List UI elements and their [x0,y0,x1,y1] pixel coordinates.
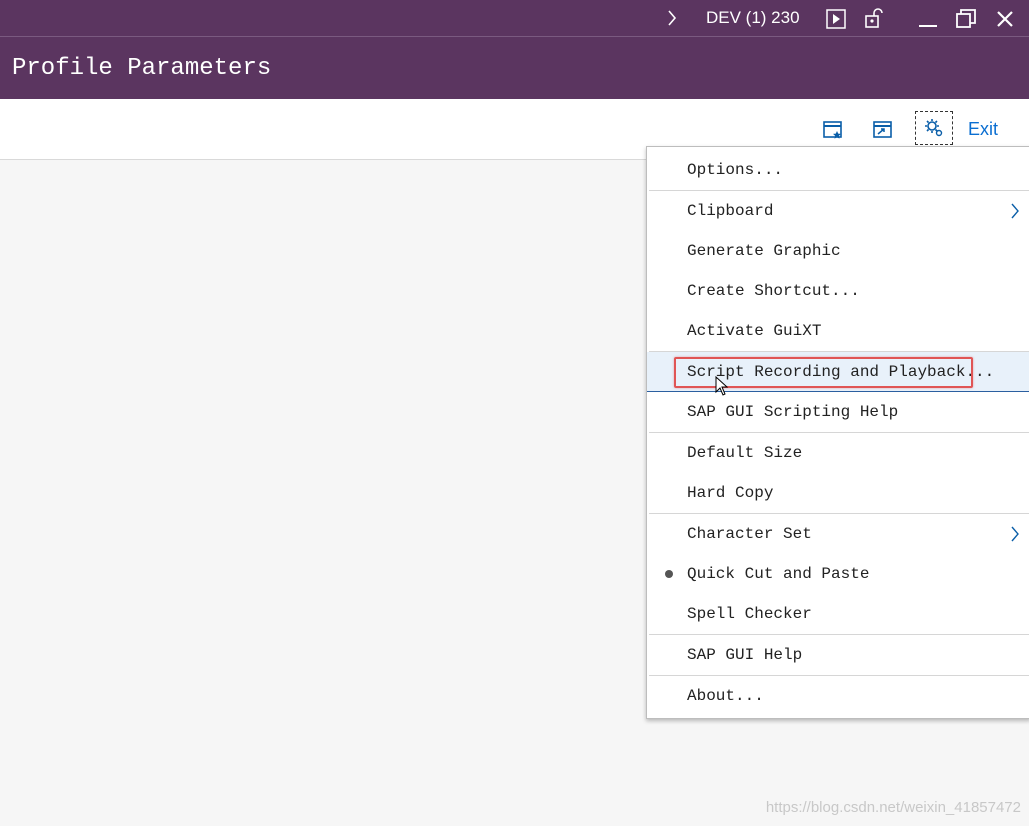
new-window-icon[interactable] [814,113,852,147]
menu-item-default-size[interactable]: Default Size [647,433,1029,473]
settings-gear-icon[interactable] [915,111,953,145]
chevron-right-icon[interactable] [664,8,680,28]
menu-item-label: Activate GuiXT [687,322,822,340]
switch-window-icon[interactable] [864,113,902,147]
menu-item-label: Hard Copy [687,484,774,502]
mouse-cursor-icon [715,375,729,401]
menu-item-activate-guixt[interactable]: Activate GuiXT [647,311,1029,351]
menu-item-label: Spell Checker [687,605,812,623]
menu-item-label: Create Shortcut... [687,282,860,300]
menu-item-clipboard[interactable]: Clipboard [647,191,1029,231]
page-title: Profile Parameters [12,55,272,82]
checked-dot-icon [665,570,673,578]
menu-item-label: SAP GUI Help [687,646,803,664]
menu-item-spell-checker[interactable]: Spell Checker [647,594,1029,634]
menu-item-generate-graphic[interactable]: Generate Graphic [647,231,1029,271]
menu-item-label: Generate Graphic [687,242,841,260]
system-label: DEV (1) 230 [706,8,800,27]
unlock-icon[interactable] [862,6,886,30]
close-icon[interactable] [994,8,1016,30]
menu-item-label: Character Set [687,525,812,543]
menu-item-sap-gui-help[interactable]: SAP GUI Help [647,635,1029,675]
chevron-right-icon [1010,526,1020,547]
title-bar: DEV (1) 230 [0,0,1029,37]
watermark: https://blog.csdn.net/weixin_41857472 [765,799,1021,816]
page-header: Profile Parameters [0,37,1029,99]
menu-item-label: Default Size [687,444,803,462]
menu-item-label: About... [687,687,764,705]
menu-item-options[interactable]: Options... [647,150,1029,190]
menu-item-quick-cut-paste[interactable]: Quick Cut and Paste [647,554,1029,594]
chevron-right-icon [1010,203,1020,224]
menu-item-character-set[interactable]: Character Set [647,514,1029,554]
minimize-icon[interactable] [917,10,939,28]
menu-item-label: Options... [687,161,784,179]
play-icon[interactable] [825,8,847,30]
menu-item-scripting-help[interactable]: SAP GUI Scripting Help [647,392,1029,432]
settings-menu: Options... Clipboard Generate Graphic Cr… [646,146,1029,719]
menu-item-create-shortcut[interactable]: Create Shortcut... [647,271,1029,311]
menu-item-hard-copy[interactable]: Hard Copy [647,473,1029,513]
menu-item-label: SAP GUI Scripting Help [687,403,899,421]
menu-item-about[interactable]: About... [647,676,1029,716]
exit-button[interactable]: Exit [968,119,998,140]
menu-item-label: Clipboard [687,202,774,220]
maximize-icon[interactable] [955,8,977,30]
menu-item-label: Quick Cut and Paste [687,565,870,583]
menu-item-script-recording[interactable]: Script Recording and Playback... [647,352,1029,392]
